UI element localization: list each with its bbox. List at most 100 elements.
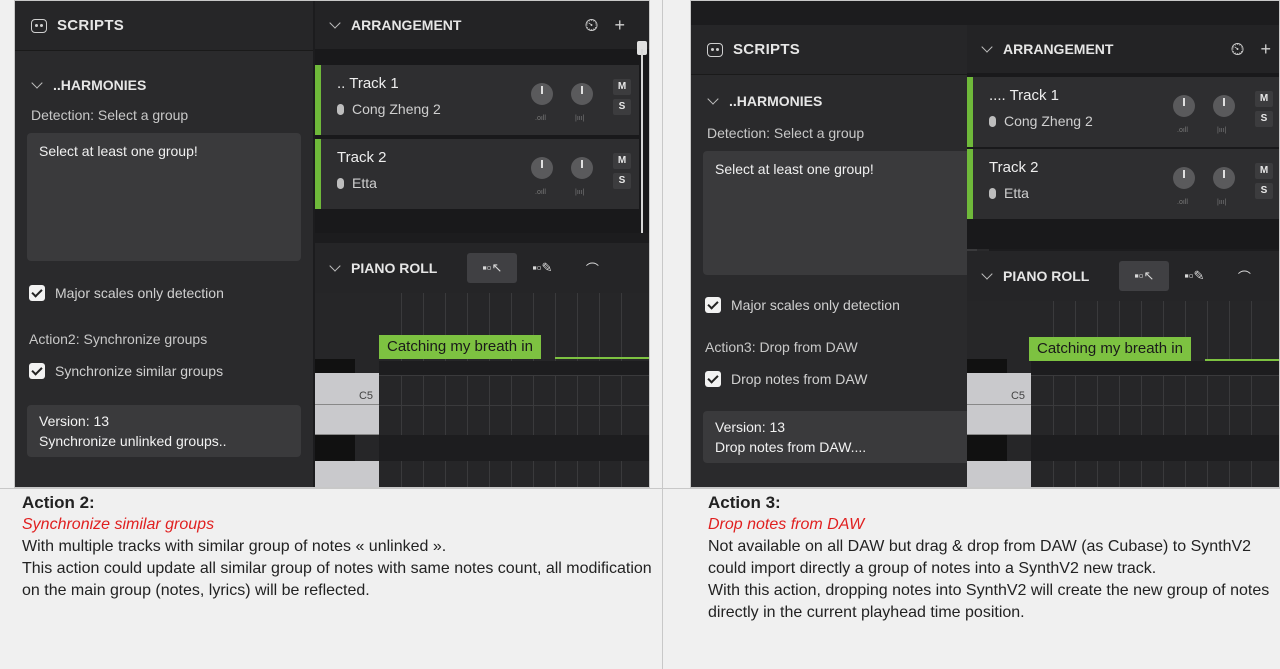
pan-knob-label: |ııı| <box>1217 199 1227 206</box>
version-text: Version: 13 <box>715 419 786 435</box>
scripts-header[interactable]: SCRIPTS <box>15 1 313 51</box>
track-row[interactable]: Track 2 Etta .oıll |ııı| M S <box>315 139 639 209</box>
history-icon[interactable]: ⏲ <box>584 15 598 36</box>
section-title: ..HARMONIES <box>53 77 147 93</box>
scripts-panel: SCRIPTS ..HARMONIES Detection: Select a … <box>691 25 989 487</box>
solo-button[interactable]: S <box>1255 111 1273 127</box>
chevron-down-icon <box>981 268 993 280</box>
microphone-icon <box>337 104 344 115</box>
black-key-row <box>379 435 649 461</box>
piano-roll-header[interactable]: PIANO ROLL ▪▫↖ ▪▫✎ ⌒ <box>315 243 649 293</box>
harmonies-section-header[interactable]: ..HARMONIES <box>691 75 989 109</box>
add-track-icon[interactable]: + <box>614 15 625 36</box>
track-row[interactable]: .... Track 1 Cong Zheng 2 .oıll |ııı| M … <box>967 77 1279 147</box>
major-scales-checkbox[interactable]: Major scales only detection <box>15 285 313 301</box>
scripts-title: SCRIPTS <box>733 41 801 58</box>
piano-roll-grid[interactable]: C5 Catching my breath in <box>315 293 649 487</box>
action-checkbox[interactable]: Synchronize similar groups <box>15 363 313 379</box>
action-checkbox[interactable]: Drop notes from DAW <box>691 371 989 387</box>
pitch-row-line <box>379 375 649 376</box>
volume-knob[interactable] <box>531 157 553 179</box>
black-key[interactable] <box>315 435 355 461</box>
note-line <box>555 357 649 359</box>
note-block[interactable]: Catching my breath in <box>1029 337 1191 361</box>
microphone-icon <box>989 188 996 199</box>
black-key[interactable] <box>967 359 1007 373</box>
pen-tool-icon[interactable]: ▪▫✎ <box>1169 261 1219 291</box>
singer-name: Cong Zheng 2 <box>1004 113 1093 129</box>
piano-roll-tools: ▪▫↖ ▪▫✎ ⌒ <box>467 253 617 283</box>
solo-button[interactable]: S <box>613 99 631 115</box>
detection-output-box[interactable]: Select at least one group! <box>703 151 977 275</box>
mute-button[interactable]: M <box>1255 163 1273 179</box>
version-status: Drop notes from DAW.... <box>715 439 867 455</box>
caption-title: Action 3: <box>708 493 781 512</box>
pan-knob[interactable] <box>571 157 593 179</box>
piano-roll-grid[interactable]: C5 Catching my breath in <box>967 301 1279 487</box>
mute-button[interactable]: M <box>613 153 631 169</box>
volume-knob[interactable] <box>1173 167 1195 189</box>
pan-knob[interactable] <box>1213 95 1235 117</box>
track-name: Track 2 <box>337 149 387 166</box>
pen-tool-icon[interactable]: ▪▫✎ <box>517 253 567 283</box>
pan-knob[interactable] <box>571 83 593 105</box>
singer-name: Etta <box>352 175 377 191</box>
note-line <box>1205 359 1279 361</box>
action-label: Action2: Synchronize groups <box>29 331 208 347</box>
pan-knob[interactable] <box>1213 167 1235 189</box>
scripts-panel: SCRIPTS ..HARMONIES Detection: Select a … <box>15 1 313 487</box>
white-key-c5[interactable]: C5 <box>967 373 1031 405</box>
arrangement-panel: ARRANGEMENT ⏲ + .... Track 1 Cong Zheng … <box>967 25 1279 249</box>
arrangement-header[interactable]: ARRANGEMENT ⏲ + <box>967 25 1279 73</box>
chevron-down-icon <box>329 260 341 272</box>
playhead-line <box>641 49 643 233</box>
microphone-icon <box>337 178 344 189</box>
select-tool-icon[interactable]: ▪▫↖ <box>1119 261 1170 291</box>
piano-roll-tools: ▪▫↖ ▪▫✎ ⌒ <box>1119 261 1269 291</box>
track-row[interactable]: .. Track 1 Cong Zheng 2 .oıll |ııı| M S <box>315 65 639 135</box>
history-icon[interactable]: ⏲ <box>1230 39 1244 60</box>
add-track-icon[interactable]: + <box>1260 39 1271 60</box>
pitch-curve-tool-icon[interactable]: ⌒ <box>567 253 617 283</box>
solo-button[interactable]: S <box>1255 183 1273 199</box>
checkbox-checked-icon <box>29 285 45 301</box>
piano-roll-header[interactable]: PIANO ROLL ▪▫↖ ▪▫✎ ⌒ <box>967 251 1279 301</box>
note-block[interactable]: Catching my breath in <box>379 335 541 359</box>
white-key-c5[interactable]: C5 <box>315 373 379 405</box>
volume-knob[interactable] <box>531 83 553 105</box>
arrangement-header[interactable]: ARRANGEMENT ⏲ + <box>315 1 649 49</box>
checkbox-checked-icon <box>705 297 721 313</box>
black-key[interactable] <box>967 435 1007 461</box>
action-check-label: Synchronize similar groups <box>55 363 224 379</box>
scripts-header[interactable]: SCRIPTS <box>691 25 989 75</box>
white-key[interactable] <box>967 461 1031 487</box>
arrangement-toolbar: ⏲ + <box>584 15 625 36</box>
white-key[interactable] <box>315 405 379 435</box>
track-row[interactable]: Track 2 Etta .oıll |ııı| M S <box>967 149 1279 219</box>
volume-knob[interactable] <box>1173 95 1195 117</box>
pan-knob-label: |ııı| <box>575 115 585 122</box>
harmonies-section-header[interactable]: ..HARMONIES <box>15 51 313 93</box>
mute-button[interactable]: M <box>1255 91 1273 107</box>
scripts-title: SCRIPTS <box>57 17 125 34</box>
robot-icon <box>31 18 47 33</box>
white-key[interactable] <box>315 461 379 487</box>
major-scales-checkbox[interactable]: Major scales only detection <box>691 297 989 313</box>
detection-label: Detection: Select a group <box>707 125 865 141</box>
major-scales-label: Major scales only detection <box>731 297 900 313</box>
select-tool-icon[interactable]: ▪▫↖ <box>467 253 518 283</box>
checkbox-checked-icon <box>705 371 721 387</box>
comparison-figure: SCRIPTS ..HARMONIES Detection: Select a … <box>0 0 1280 669</box>
caption-body-line: This action could update all similar gro… <box>22 560 652 599</box>
black-key[interactable] <box>315 359 355 373</box>
track-singer: Cong Zheng 2 <box>989 113 1093 129</box>
pitch-row-line <box>1031 375 1279 376</box>
white-key[interactable] <box>967 405 1031 435</box>
solo-button[interactable]: S <box>613 173 631 189</box>
detection-output-box[interactable]: Select at least one group! <box>27 133 301 261</box>
black-key-row <box>1031 361 1279 375</box>
mute-button[interactable]: M <box>613 79 631 95</box>
track-singer: Cong Zheng 2 <box>337 101 441 117</box>
pitch-curve-tool-icon[interactable]: ⌒ <box>1219 261 1269 291</box>
arrangement-title: ARRANGEMENT <box>1003 41 1114 57</box>
